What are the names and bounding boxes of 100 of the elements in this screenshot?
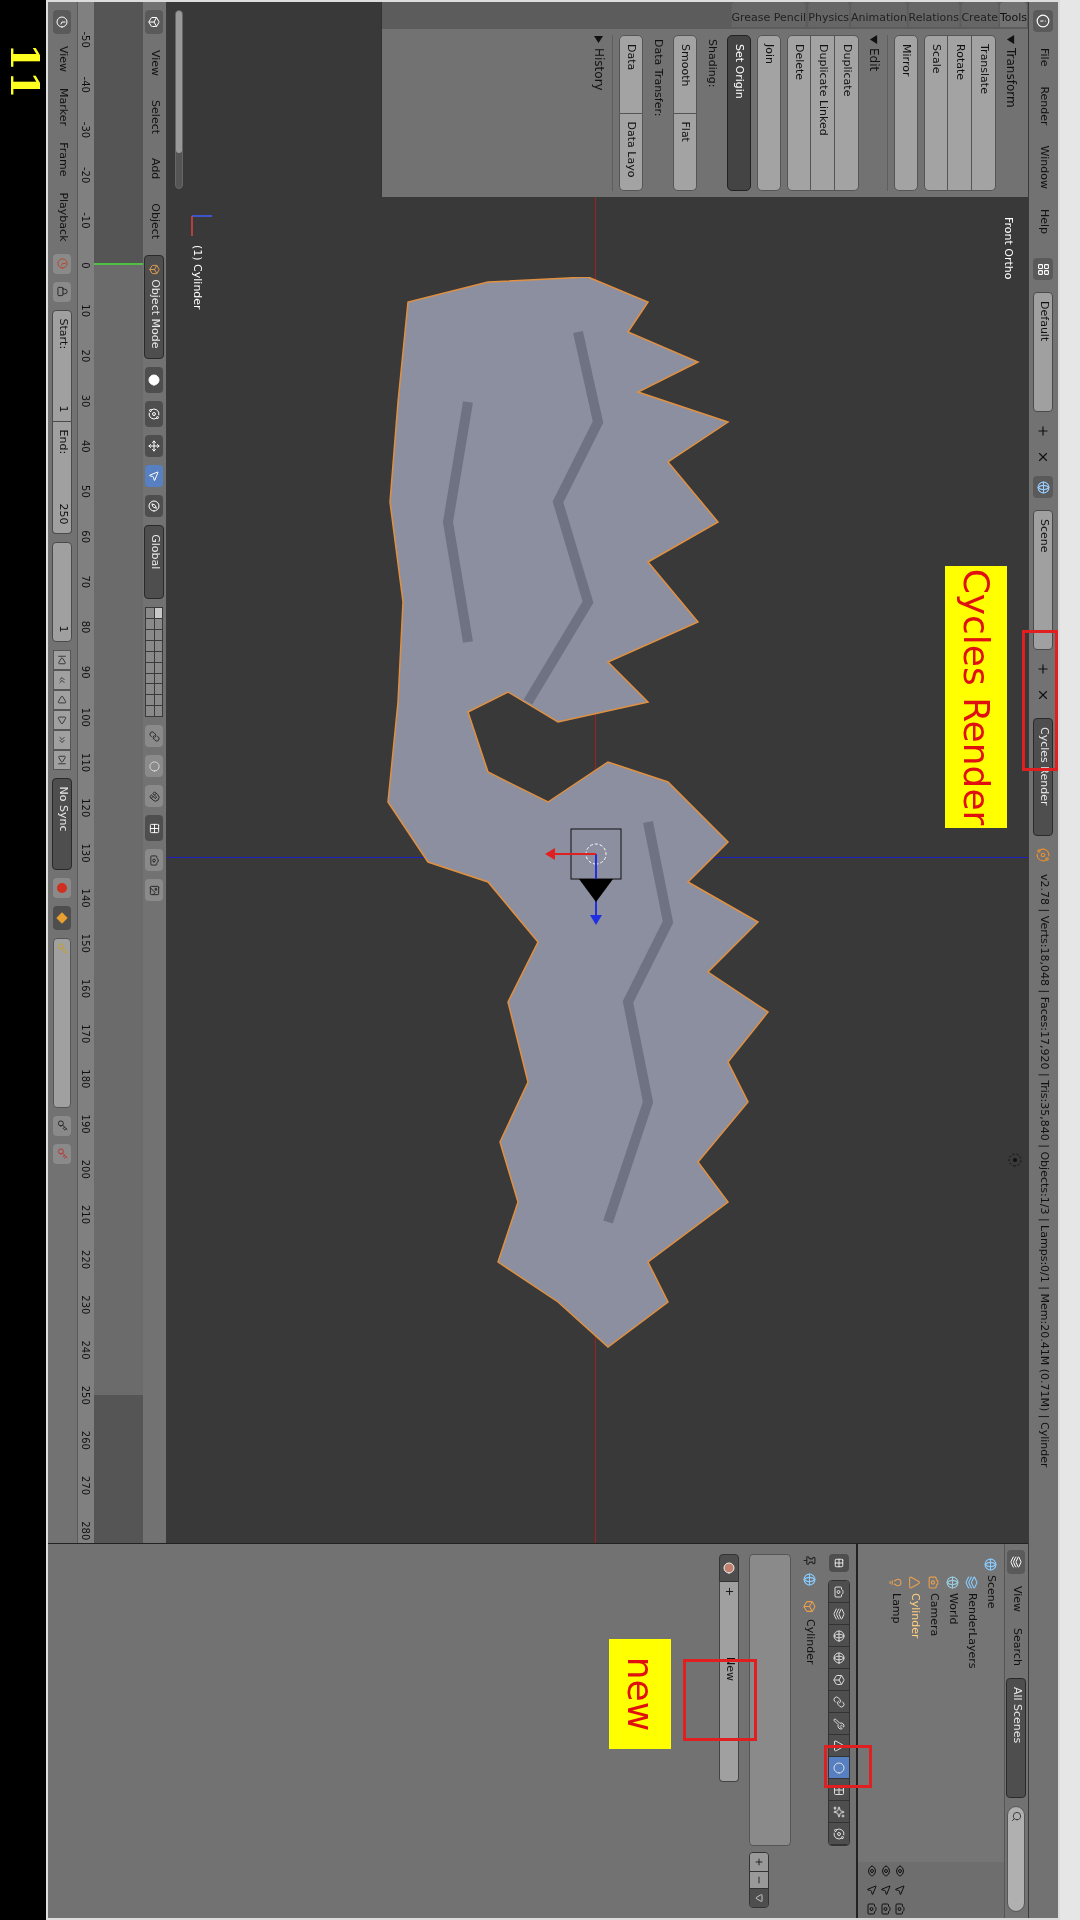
snap-button[interactable]: [145, 785, 164, 808]
tool-button[interactable]: Flat: [673, 113, 697, 191]
tool-button[interactable]: Duplicate Linked: [811, 35, 835, 191]
translate-manipulator-button[interactable]: [145, 465, 164, 488]
set-origin-dropdown[interactable]: Set Origin: [727, 35, 751, 191]
material-slot-list[interactable]: [749, 1554, 792, 1846]
properties-tab[interactable]: [829, 1625, 849, 1647]
menu-item[interactable]: View: [1008, 1582, 1025, 1617]
remove-slot-button[interactable]: [750, 1871, 769, 1889]
properties-tab[interactable]: [829, 1713, 849, 1735]
properties-tab[interactable]: [829, 1647, 849, 1669]
layers-grid[interactable]: [145, 607, 164, 718]
rotate-manipulator-button[interactable]: [145, 495, 164, 518]
panel-header[interactable]: Transform: [1002, 48, 1020, 108]
gl-render-button[interactable]: [145, 879, 164, 902]
manipulator-button[interactable]: [145, 435, 164, 458]
tool-button[interactable]: Mirror: [894, 35, 918, 191]
slot-menu-button[interactable]: [750, 1889, 769, 1906]
keyframe-type-button[interactable]: [53, 905, 72, 930]
tool-button[interactable]: Smooth: [673, 35, 697, 114]
pointer-icon[interactable]: [866, 1884, 878, 1896]
layer-lock-button[interactable]: [145, 725, 164, 748]
pointer-icon[interactable]: [894, 1884, 906, 1896]
eye-icon[interactable]: [866, 1865, 878, 1878]
menu-item[interactable]: Select: [146, 92, 163, 143]
add-icon[interactable]: [1036, 662, 1051, 677]
menu-item[interactable]: View: [146, 42, 163, 85]
add-icon[interactable]: [1036, 424, 1051, 439]
tool-shelf-tab[interactable]: Animation: [850, 2, 907, 27]
render-button[interactable]: [145, 849, 164, 872]
tool-shelf-tab[interactable]: Tools: [999, 2, 1027, 27]
disclosure-triangle-icon[interactable]: [1006, 35, 1016, 44]
properties-tab[interactable]: [829, 1603, 849, 1625]
tool-button[interactable]: Join: [757, 35, 781, 191]
scene-field[interactable]: Scene: [1033, 510, 1054, 651]
properties-tab[interactable]: [829, 1757, 849, 1779]
playback-button[interactable]: [53, 689, 72, 710]
outliner-item[interactable]: Cylinder: [906, 1593, 923, 1639]
filter-dropdown[interactable]: All Scenes: [1006, 1677, 1027, 1798]
tool-shelf-tab[interactable]: Grease Pencil: [731, 2, 807, 27]
tool-button[interactable]: Rotate: [948, 35, 972, 191]
panel-header[interactable]: Edit: [865, 48, 883, 72]
menu-item[interactable]: Render: [1035, 82, 1052, 130]
pointer-icon[interactable]: [880, 1884, 892, 1896]
menu-item[interactable]: Window: [1035, 141, 1052, 193]
snap-element-button[interactable]: [145, 815, 164, 842]
tool-shelf-tab[interactable]: Create: [961, 2, 998, 27]
search-field[interactable]: [1007, 1805, 1026, 1912]
tool-button[interactable]: Translate: [972, 35, 996, 191]
tool-button[interactable]: Scale: [924, 35, 948, 191]
menu-item[interactable]: File: [1035, 44, 1052, 71]
camera-icon[interactable]: [866, 1902, 878, 1915]
menu-item[interactable]: Help: [1035, 204, 1052, 239]
orientation-dropdown[interactable]: Global: [144, 525, 165, 600]
layout-field[interactable]: Default: [1033, 292, 1054, 413]
outliner-item[interactable]: World: [944, 1593, 961, 1625]
current-frame-field[interactable]: 1: [52, 541, 73, 642]
menu-item[interactable]: Search: [1008, 1624, 1025, 1670]
menu-item[interactable]: Object: [146, 195, 163, 248]
menu-item[interactable]: View: [54, 42, 71, 77]
scrollbar[interactable]: [175, 10, 183, 189]
playback-button[interactable]: [53, 649, 72, 670]
camera-icon[interactable]: [894, 1902, 906, 1915]
outliner-item[interactable]: Scene: [982, 1575, 999, 1609]
outliner-item[interactable]: Lamp: [887, 1593, 904, 1624]
menu-item[interactable]: Add: [146, 150, 163, 188]
proportional-button[interactable]: [145, 755, 164, 778]
insert-keyframe-button[interactable]: [53, 1115, 72, 1136]
sync-dropdown[interactable]: No Sync: [52, 777, 73, 870]
playback-button[interactable]: [53, 709, 72, 730]
menu-item[interactable]: Frame: [54, 138, 71, 181]
outliner-item[interactable]: RenderLayers: [963, 1593, 980, 1669]
disclosure-triangle-icon[interactable]: [594, 35, 604, 44]
tool-shelf-tab[interactable]: Relations: [908, 2, 960, 27]
playback-button[interactable]: [53, 729, 72, 750]
info-editor-button[interactable]: [1033, 10, 1054, 32]
tool-shelf-tab[interactable]: Physics: [808, 2, 849, 27]
properties-tab[interactable]: [829, 1691, 849, 1713]
tool-button[interactable]: Duplicate: [835, 35, 859, 191]
tool-button[interactable]: Data Layo: [619, 113, 643, 191]
menu-item[interactable]: Playback: [54, 188, 71, 246]
pivot-button[interactable]: [145, 401, 164, 428]
playback-button[interactable]: [53, 749, 72, 770]
view-toggle-button[interactable]: [829, 1554, 849, 1572]
keying-set-field[interactable]: [53, 937, 72, 1108]
editor-type-button[interactable]: [1007, 1550, 1026, 1574]
start-frame-field[interactable]: Start: 1: [52, 309, 73, 422]
mode-dropdown[interactable]: Object Mode: [144, 255, 165, 360]
disclosure-triangle-icon[interactable]: [869, 35, 879, 44]
playback-button[interactable]: [53, 669, 72, 690]
scene-icon-button[interactable]: [1033, 476, 1054, 499]
outliner-item[interactable]: Camera: [925, 1593, 942, 1637]
layout-icon-button[interactable]: [1033, 258, 1054, 281]
menu-item[interactable]: Marker: [54, 84, 71, 131]
tool-button[interactable]: Delete: [787, 35, 811, 191]
tool-button[interactable]: Data: [619, 35, 643, 114]
material-browse-button[interactable]: [719, 1554, 740, 1582]
camera-icon[interactable]: [880, 1902, 892, 1915]
add-slot-button[interactable]: [750, 1854, 769, 1871]
eye-icon[interactable]: [894, 1865, 906, 1878]
